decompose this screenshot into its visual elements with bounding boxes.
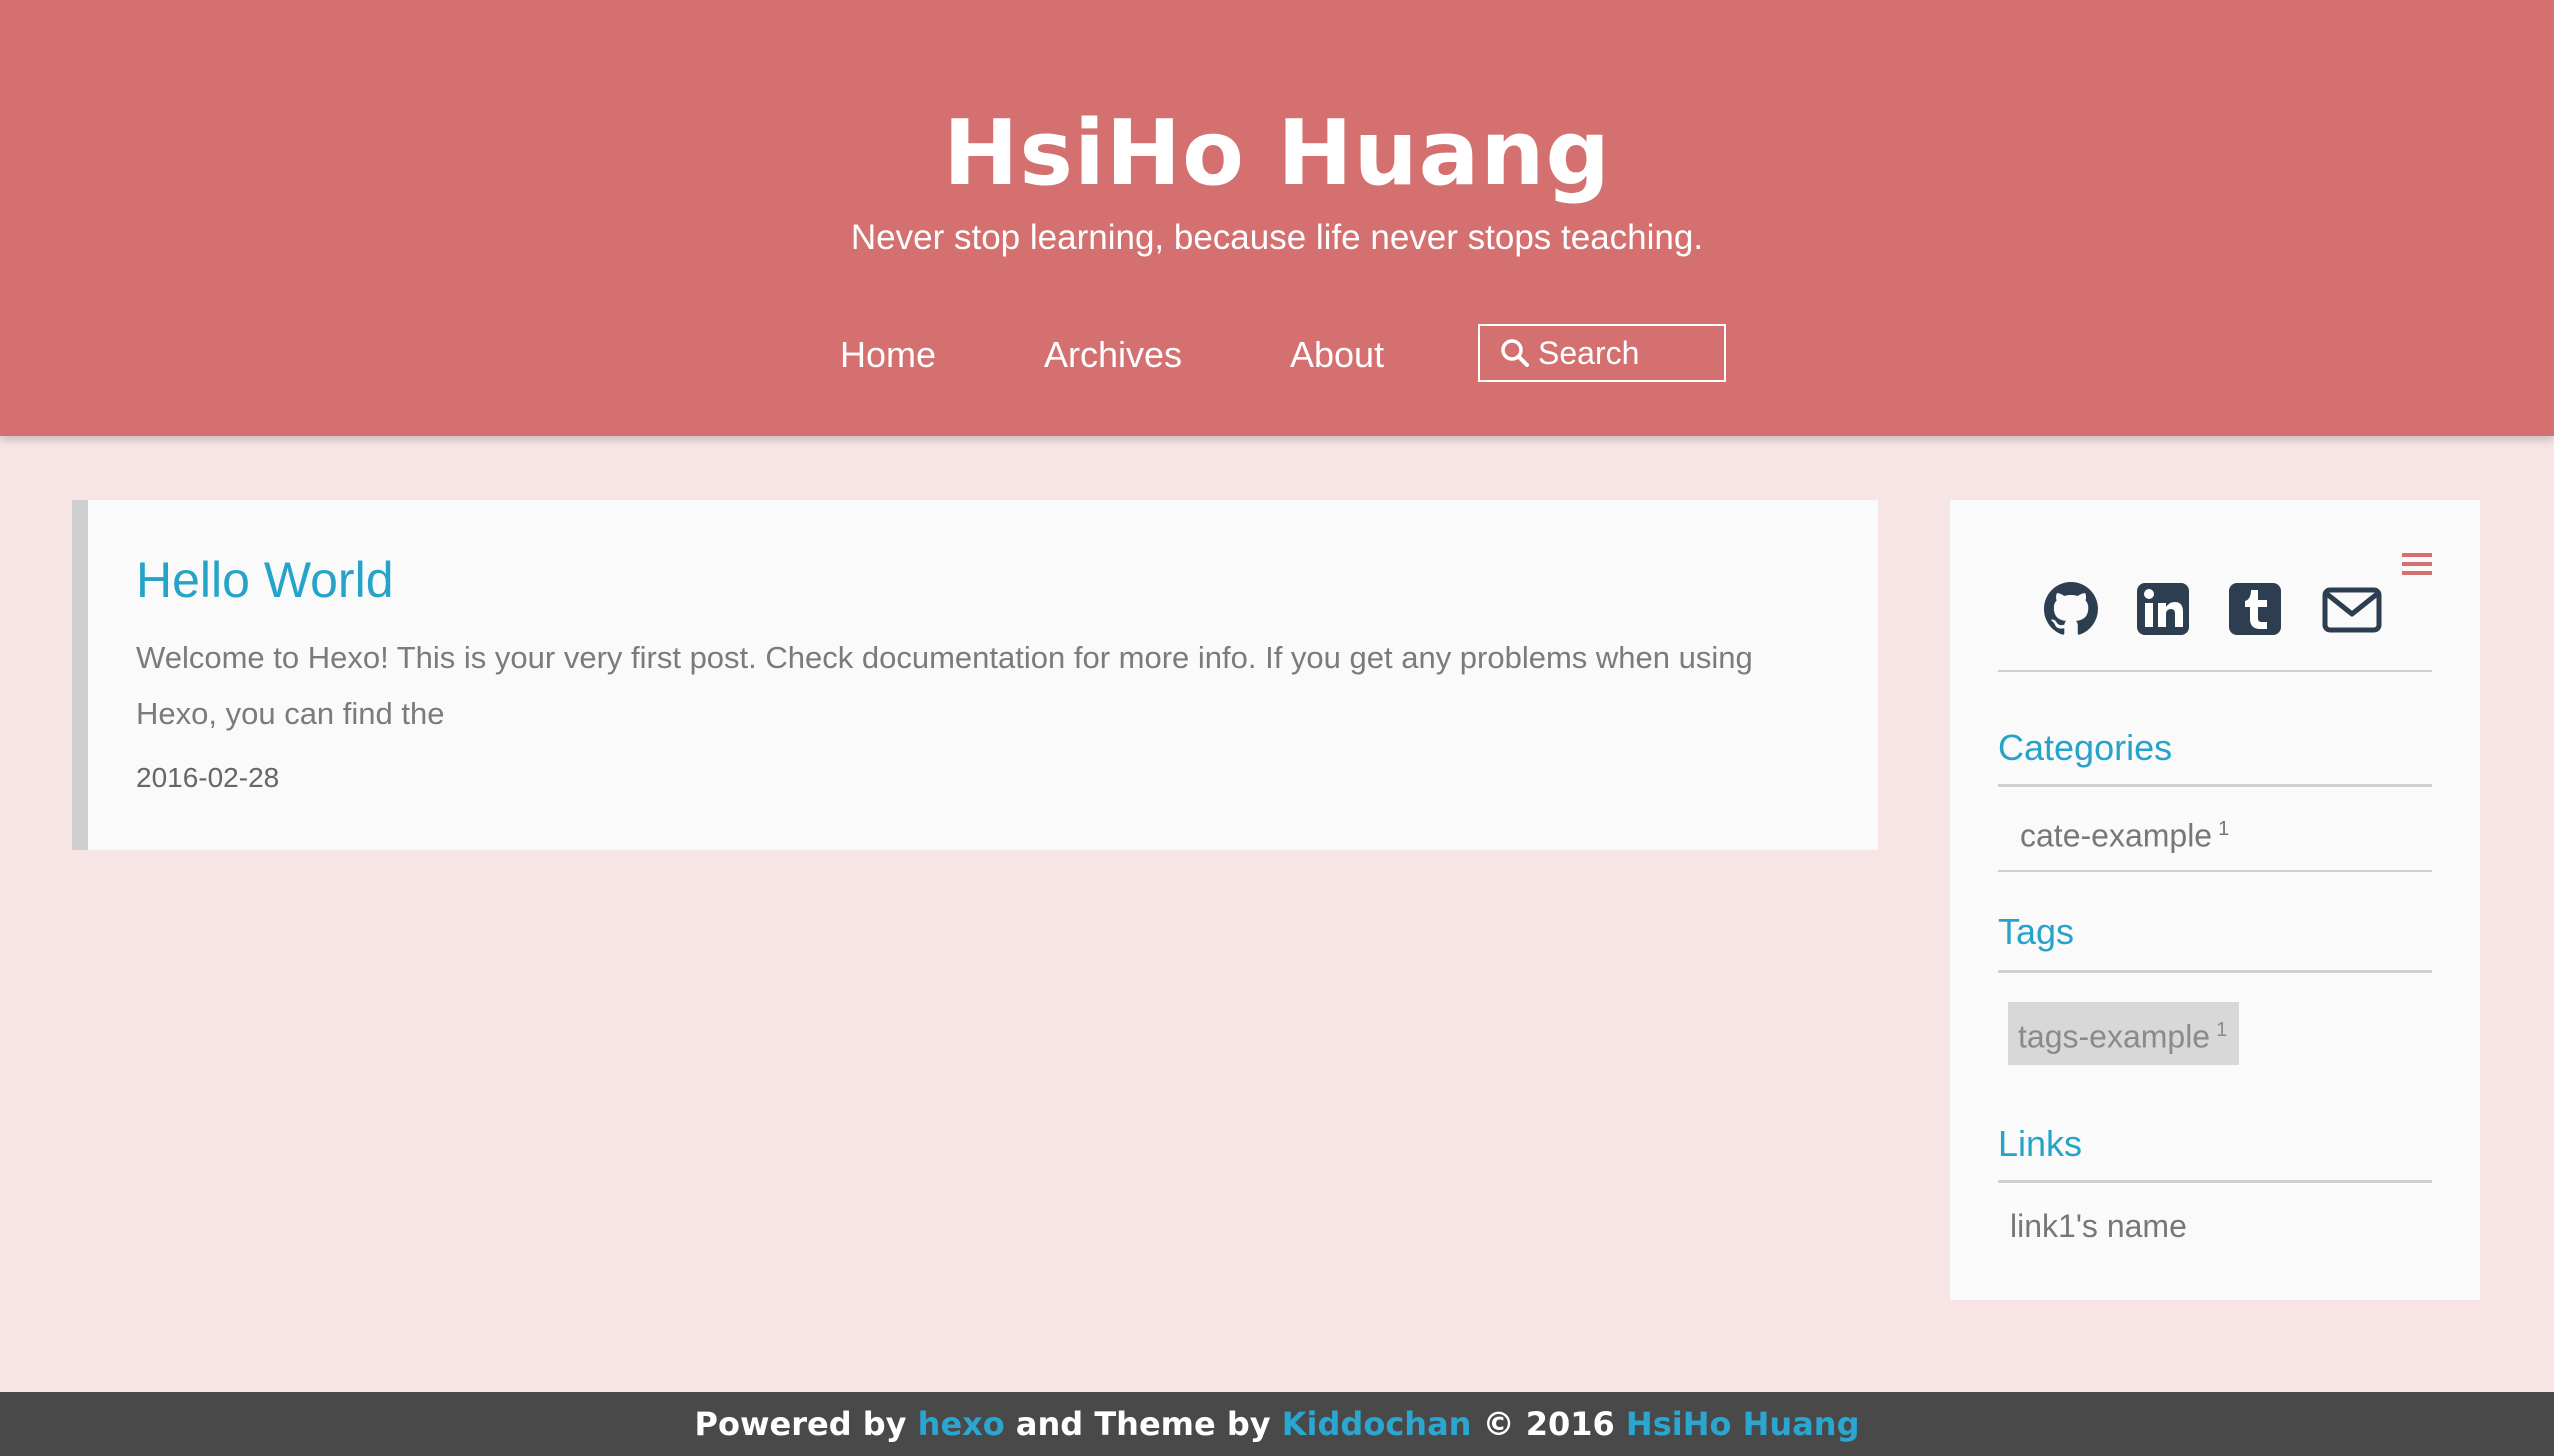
nav-archives[interactable]: Archives [1044,325,1182,385]
footer-author-link[interactable]: HsiHo Huang [1626,1405,1860,1443]
categories-bottom-divider [1998,870,2432,872]
tag-count: 1 [2216,1019,2228,1041]
footer-theme-by: and Theme by [1015,1405,1271,1443]
categories-title: Categories [1998,727,2173,768]
social-divider [1998,670,2432,672]
post-card: Hello World Welcome to Hexo! This is you… [72,500,1878,850]
footer-hexo-link[interactable]: hexo [918,1405,1005,1443]
social-links [1950,582,2480,642]
tag-name: tags-example [2018,1018,2211,1055]
categories-divider [1998,784,2432,787]
category-item[interactable]: cate-example 1 [2020,807,2229,858]
search-label: Search [1538,335,1640,371]
search-icon [1501,338,1529,367]
mail-icon[interactable] [2322,582,2382,636]
link-item[interactable]: link1's name [2010,1204,2187,1248]
nav-home[interactable]: Home [840,325,936,385]
menu-icon[interactable] [2402,552,2432,578]
post-date: 2016-02-28 [136,762,280,793]
post-title[interactable]: Hello World [136,548,394,612]
footer-powered-by: Powered by [694,1405,907,1443]
main-nav: Home Archives About [0,325,2554,385]
footer-copyright: © 2016 [1482,1405,1615,1443]
tag-item[interactable]: tags-example 1 [2008,1002,2240,1065]
category-name: cate-example [2020,817,2213,854]
site-title[interactable]: HsiHo Huang [0,98,2554,210]
tags-title: Tags [1998,911,2075,952]
site-footer: Powered by hexo and Theme by Kiddochan ©… [0,1392,2554,1456]
footer-kiddochan-link[interactable]: Kiddochan [1282,1405,1472,1443]
post-excerpt: Welcome to Hexo! This is your very first… [136,640,1753,731]
site-subtitle: Never stop learning, because life never … [850,218,1704,257]
links-title: Links [1998,1123,2083,1164]
links-divider [1998,1180,2432,1183]
sidebar: Categories cate-example 1 Tags tags-examp… [1950,500,2480,1300]
linkedin-icon[interactable] [2136,582,2190,636]
search-input[interactable]: Search [1478,324,1726,382]
category-count: 1 [2218,818,2230,840]
tumblr-icon[interactable] [2228,582,2282,636]
tags-divider [1998,970,2432,973]
site-header: HsiHo Huang Never stop learning, because… [0,0,2554,436]
github-icon[interactable] [2044,582,2098,636]
nav-about[interactable]: About [1290,325,1384,385]
